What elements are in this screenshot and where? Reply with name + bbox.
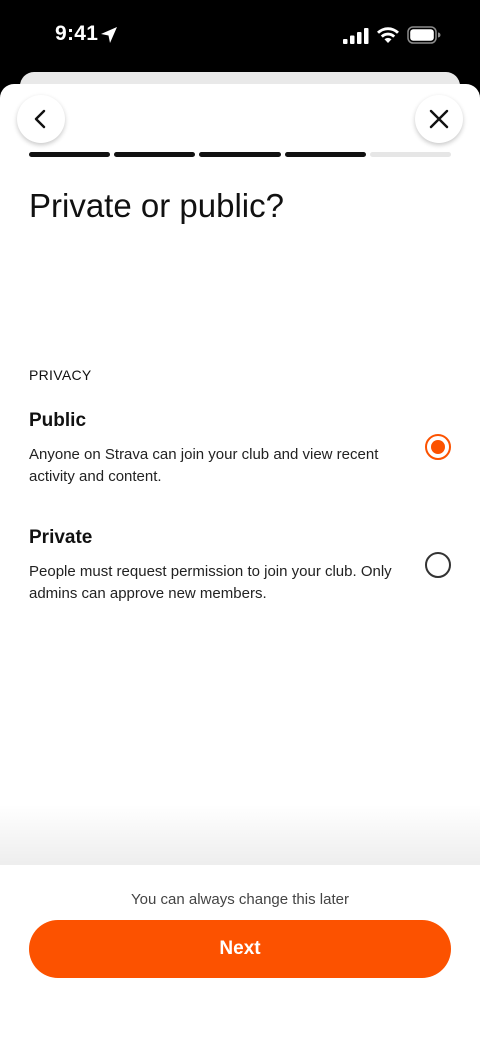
progress-segment — [199, 152, 281, 157]
close-button[interactable] — [415, 95, 463, 143]
progress-segment — [114, 152, 196, 157]
location-arrow-icon — [101, 27, 117, 43]
back-button[interactable] — [17, 95, 65, 143]
progress-bar — [29, 152, 452, 158]
status-bar: 9:41 — [0, 0, 480, 72]
radio-private[interactable] — [425, 552, 451, 578]
battery-icon — [407, 26, 441, 44]
close-icon — [429, 109, 449, 129]
footer-note: You can always change this later — [131, 891, 349, 908]
option-description: Anyone on Strava can join your club and … — [29, 446, 379, 485]
footer-shadow — [0, 804, 480, 866]
option-title: Private — [29, 527, 93, 548]
wifi-icon — [377, 27, 399, 43]
radio-public[interactable] — [425, 434, 451, 460]
progress-segment — [29, 152, 111, 157]
section-label: PRIVACY — [29, 367, 92, 383]
option-description: People must request permission to join y… — [29, 563, 392, 602]
option-title: Public — [29, 410, 87, 431]
option-public[interactable]: Public Anyone on Strava can join your cl… — [29, 410, 451, 488]
next-button[interactable]: Next — [29, 920, 451, 978]
cellular-signal-icon — [343, 28, 369, 44]
status-time: 9:41 — [55, 22, 99, 45]
progress-segment — [369, 152, 452, 157]
page-title: Private or public? — [29, 187, 284, 224]
progress-segment — [284, 152, 366, 157]
option-private[interactable]: Private People must request permission t… — [29, 527, 451, 605]
screen: 9:41 Private or public? PRIVACY Public A… — [0, 0, 480, 1040]
footer: You can always change this later Next — [0, 865, 480, 1040]
modal-sheet: Private or public? PRIVACY Public Anyone… — [0, 84, 480, 1040]
chevron-left-icon — [34, 109, 46, 129]
